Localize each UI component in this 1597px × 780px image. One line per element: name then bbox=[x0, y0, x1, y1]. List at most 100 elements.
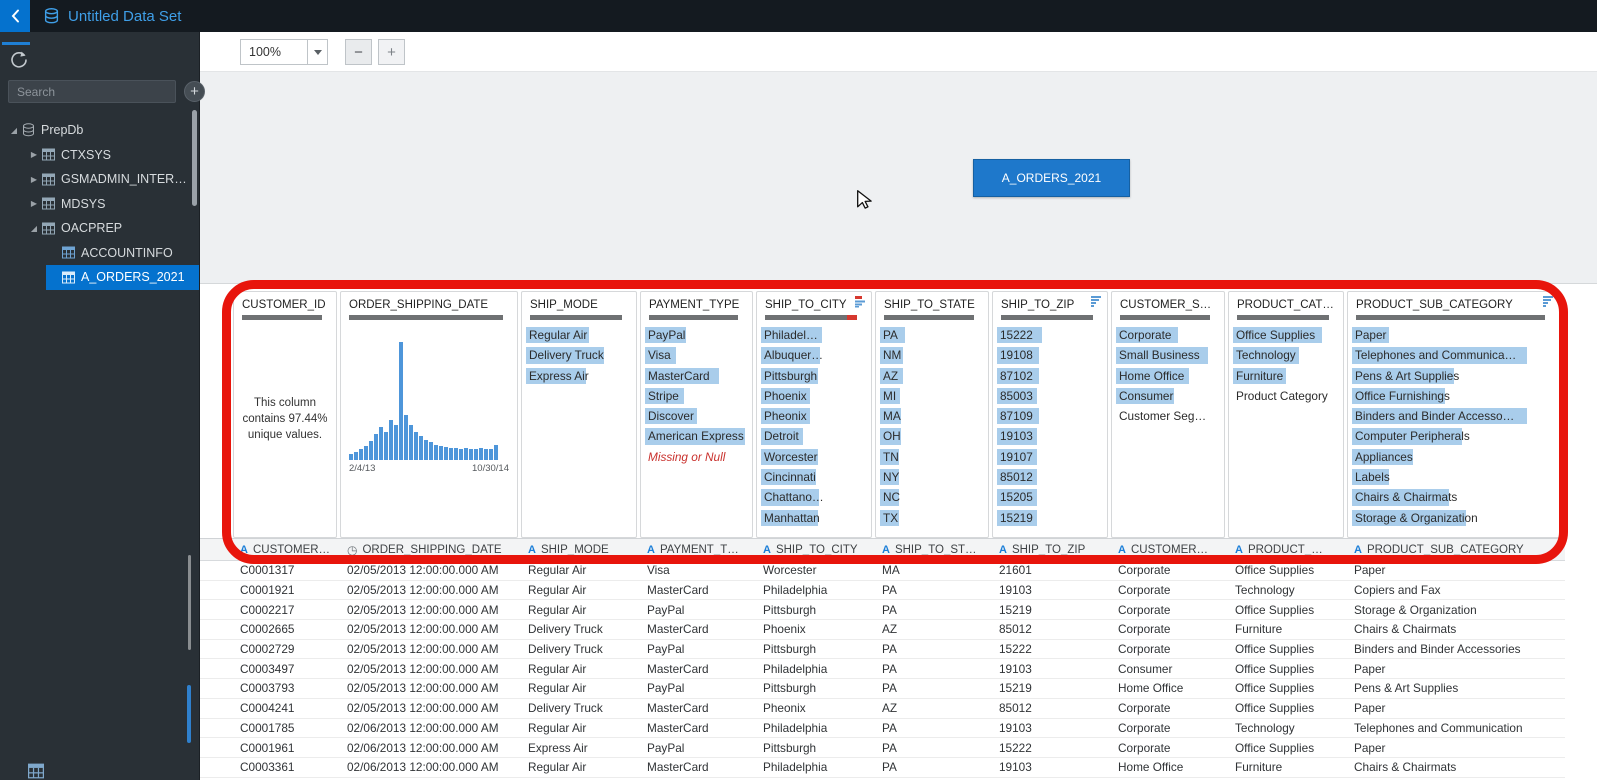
profile-value-appliances[interactable]: Appliances bbox=[1352, 447, 1555, 467]
chevron-down-icon[interactable] bbox=[307, 40, 327, 64]
profile-card-ship-to-state[interactable]: SHIP_TO_STATE PA NM AZ MI MA OH TN NY NC TX bbox=[875, 291, 989, 538]
table-row[interactable]: C0002665 02/05/2013 12:00:00.000 AM Delive… bbox=[200, 620, 1565, 640]
dataset-node[interactable]: A_ORDERS_2021 bbox=[973, 159, 1130, 197]
profile-value-pittsburgh[interactable]: Pittsburgh bbox=[761, 366, 867, 386]
tree-item-a-orders-2021[interactable]: A_ORDERS_2021 bbox=[0, 265, 199, 290]
profile-value-19103[interactable]: 19103 bbox=[997, 426, 1103, 446]
profile-value-87102[interactable]: 87102 bbox=[997, 366, 1103, 386]
profile-value-15219[interactable]: 15219 bbox=[997, 508, 1103, 528]
table-row[interactable]: C0002217 02/05/2013 12:00:00.000 AM Regula… bbox=[200, 600, 1565, 621]
column-header-customer[interactable]: A CUSTOMER… bbox=[233, 539, 340, 560]
profile-value-technology[interactable]: Technology bbox=[1233, 345, 1339, 365]
table-row[interactable]: C0004241 02/05/2013 12:00:00.000 AM Delive… bbox=[200, 698, 1565, 719]
profile-value-cincinnati[interactable]: Cincinnati bbox=[761, 467, 867, 487]
diagram-canvas[interactable]: A_ORDERS_2021 bbox=[200, 72, 1597, 283]
profile-value-storage-organization[interactable]: Storage & Organization bbox=[1352, 508, 1555, 528]
table-row[interactable]: C0003497 02/05/2013 12:00:00.000 AM Regula… bbox=[200, 659, 1565, 680]
profile-value-paypal[interactable]: PayPal bbox=[645, 325, 748, 345]
column-header-product[interactable]: A PRODUCT_… bbox=[1228, 539, 1347, 560]
profile-value-nc[interactable]: NC bbox=[880, 487, 984, 507]
profile-value-visa[interactable]: Visa bbox=[645, 345, 748, 365]
profile-value-discover[interactable]: Discover bbox=[645, 406, 748, 426]
profile-value-85003[interactable]: 85003 bbox=[997, 386, 1103, 406]
profile-value-consumer[interactable]: Consumer bbox=[1116, 386, 1220, 406]
profile-value-small-business[interactable]: Small Business bbox=[1116, 345, 1220, 365]
table-row[interactable]: C0001961 02/06/2013 12:00:00.000 AM Expres… bbox=[200, 738, 1565, 758]
mini-histogram-icon[interactable] bbox=[854, 295, 867, 313]
zoom-out-button[interactable]: − bbox=[345, 39, 372, 65]
profile-value-binders-and-binder-accesso[interactable]: Binders and Binder Accesso… bbox=[1352, 406, 1555, 426]
profile-card-ship-mode[interactable]: SHIP_MODE Regular Air Delivery Truck Expres… bbox=[521, 291, 637, 538]
tree-item-oacprep[interactable]: ◢ OACPREP bbox=[0, 216, 199, 241]
connections-icon[interactable] bbox=[9, 49, 29, 74]
tree-expanded-arrow-icon[interactable]: ◢ bbox=[26, 224, 42, 233]
column-header-customer[interactable]: A CUSTOMER… bbox=[1111, 539, 1228, 560]
column-header-ship-to-city[interactable]: A SHIP_TO_CITY bbox=[756, 539, 875, 560]
profile-value-labels[interactable]: Labels bbox=[1352, 467, 1555, 487]
tree-item-prepdb[interactable]: ◢ PrepDb bbox=[0, 118, 199, 143]
tree-collapsed-arrow-icon[interactable]: ▶ bbox=[26, 175, 42, 184]
profile-value-19107[interactable]: 19107 bbox=[997, 447, 1103, 467]
profile-value-stripe[interactable]: Stripe bbox=[645, 386, 748, 406]
profile-value-missing-or-null[interactable]: Missing or Null bbox=[645, 447, 748, 467]
profile-card-order-shipping-date[interactable]: ORDER_SHIPPING_DATE 2/4/13 10/30/14 bbox=[340, 291, 518, 538]
profile-value-office-supplies[interactable]: Office Supplies bbox=[1233, 325, 1339, 345]
profile-value-mi[interactable]: MI bbox=[880, 386, 984, 406]
profile-value-american-express[interactable]: American Express bbox=[645, 426, 748, 446]
tree-expanded-arrow-icon[interactable]: ◢ bbox=[6, 126, 22, 135]
profile-value-19108[interactable]: 19108 bbox=[997, 345, 1103, 365]
tree-item-gsmadmin-inter[interactable]: ▶ GSMADMIN_INTER… bbox=[0, 167, 199, 192]
profile-value-mastercard[interactable]: MasterCard bbox=[645, 366, 748, 386]
table-row[interactable]: C0001785 02/06/2013 12:00:00.000 AM Regula… bbox=[200, 718, 1565, 739]
profile-value-customer-seg[interactable]: Customer Seg… bbox=[1116, 406, 1220, 426]
mini-histogram-icon[interactable] bbox=[1542, 295, 1555, 313]
profile-card-ship-to-city[interactable]: SHIP_TO_CITY Philadel… Albuquer… Pittsburgh… bbox=[756, 291, 872, 538]
profile-value-philadel[interactable]: Philadel… bbox=[761, 325, 867, 345]
profile-value-product-category[interactable]: Product Category bbox=[1233, 386, 1339, 406]
zoom-select[interactable]: 100% bbox=[240, 39, 328, 65]
column-header-order-shipping-date[interactable]: ◷ ORDER_SHIPPING_DATE bbox=[340, 539, 521, 560]
table-row[interactable]: C0001317 02/05/2013 12:00:00.000 AM Regula… bbox=[200, 561, 1565, 581]
profile-value-worcester[interactable]: Worcester bbox=[761, 447, 867, 467]
column-header-ship-to-zip[interactable]: A SHIP_TO_ZIP bbox=[992, 539, 1111, 560]
tree-scroll-indicator[interactable] bbox=[187, 685, 191, 743]
profile-value-telephones-and-communica[interactable]: Telephones and Communica… bbox=[1352, 345, 1555, 365]
back-button[interactable] bbox=[0, 0, 30, 32]
profile-card-ship-to-zip[interactable]: SHIP_TO_ZIP 15222 19108 87102 85003 87109 1910… bbox=[992, 291, 1108, 538]
profile-card-payment-type[interactable]: PAYMENT_TYPE PayPal Visa MasterCard Stripe Di… bbox=[640, 291, 753, 538]
profile-value-pa[interactable]: PA bbox=[880, 325, 984, 345]
profile-value-chattano[interactable]: Chattano… bbox=[761, 487, 867, 507]
profile-value-oh[interactable]: OH bbox=[880, 426, 984, 446]
profile-value-pheonix[interactable]: Pheonix bbox=[761, 406, 867, 426]
tree-item-mdsys[interactable]: ▶ MDSYS bbox=[0, 192, 199, 217]
profile-value-phoenix[interactable]: Phoenix bbox=[761, 386, 867, 406]
profile-card-customer-id[interactable]: CUSTOMER_ID This column contains 97.44% u… bbox=[233, 291, 337, 538]
profile-value-detroit[interactable]: Detroit bbox=[761, 426, 867, 446]
search-input[interactable] bbox=[8, 80, 176, 103]
column-header-ship-mode[interactable]: A SHIP_MODE bbox=[521, 539, 640, 560]
profile-card-customer-s[interactable]: CUSTOMER_S… Corporate Small Business Home O… bbox=[1111, 291, 1225, 538]
profile-card-product-cat[interactable]: PRODUCT_CAT… Office Supplies Technology Fur… bbox=[1228, 291, 1344, 538]
sidebar-scrollbar-thumb[interactable] bbox=[192, 110, 197, 206]
profile-value-manhattan[interactable]: Manhattan bbox=[761, 508, 867, 528]
tree-item-accountinfo[interactable]: ACCOUNTINFO bbox=[0, 241, 199, 266]
zoom-in-button[interactable]: + bbox=[378, 39, 405, 65]
tree-scrollbar-thumb[interactable] bbox=[188, 555, 191, 650]
profile-value-15222[interactable]: 15222 bbox=[997, 325, 1103, 345]
profile-value-az[interactable]: AZ bbox=[880, 366, 984, 386]
tree-collapsed-arrow-icon[interactable]: ▶ bbox=[26, 150, 42, 159]
table-row[interactable]: C0002729 02/05/2013 12:00:00.000 AM Delive… bbox=[200, 639, 1565, 660]
profile-value-nm[interactable]: NM bbox=[880, 345, 984, 365]
profile-value-tx[interactable]: TX bbox=[880, 508, 984, 528]
profile-value-express-air[interactable]: Express Air bbox=[526, 366, 632, 386]
column-header-product-sub-category[interactable]: A PRODUCT_SUB_CATEGORY bbox=[1347, 539, 1563, 560]
tree-collapsed-arrow-icon[interactable]: ▶ bbox=[26, 199, 42, 208]
profile-value-pens-art-supplies[interactable]: Pens & Art Supplies bbox=[1352, 366, 1555, 386]
profile-card-product-sub-category[interactable]: PRODUCT_SUB_CATEGORY Paper Telephones and … bbox=[1347, 291, 1560, 538]
profile-value-ny[interactable]: NY bbox=[880, 467, 984, 487]
tree-item-ctxsys[interactable]: ▶ CTXSYS bbox=[0, 143, 199, 168]
profile-value-tn[interactable]: TN bbox=[880, 447, 984, 467]
table-row[interactable]: C0003361 02/06/2013 12:00:00.000 AM Regula… bbox=[200, 757, 1565, 778]
profile-value-ma[interactable]: MA bbox=[880, 406, 984, 426]
profile-value-albuquer[interactable]: Albuquer… bbox=[761, 345, 867, 365]
